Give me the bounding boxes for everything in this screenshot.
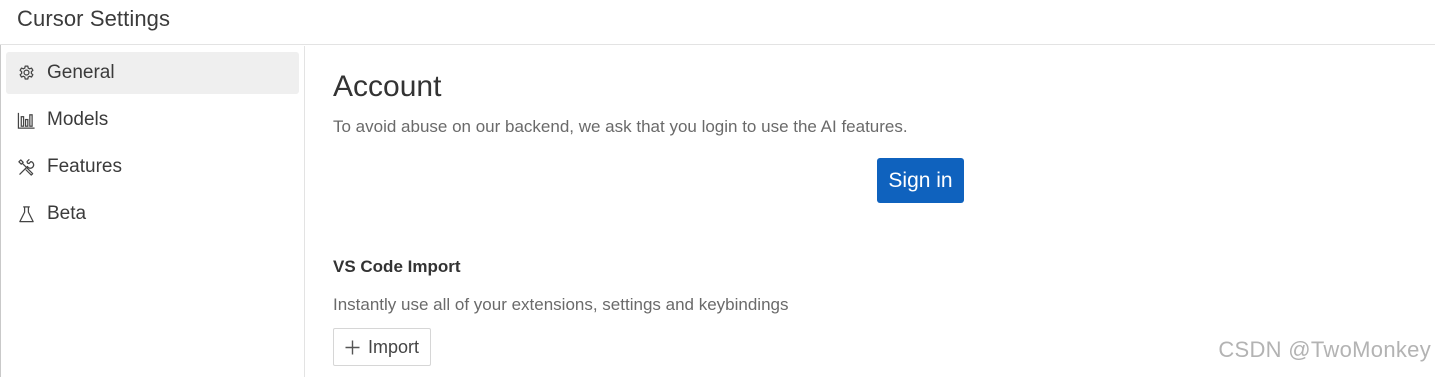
tools-icon <box>18 159 35 176</box>
sidebar-item-general[interactable]: General <box>6 52 299 94</box>
plus-icon <box>345 340 360 355</box>
sidebar-item-features[interactable]: Features <box>6 146 299 188</box>
settings-window: Cursor Settings General Models Features … <box>0 0 1435 377</box>
account-description: To avoid abuse on our backend, we ask th… <box>333 117 908 136</box>
sidebar-item-label: Beta <box>47 203 87 224</box>
flask-icon <box>19 206 34 223</box>
bar-chart-icon <box>17 112 35 129</box>
sidebar-item-models[interactable]: Models <box>6 99 299 141</box>
import-button[interactable]: Import <box>333 328 431 366</box>
title-bar: Cursor Settings <box>0 0 1435 45</box>
window-title: Cursor Settings <box>17 6 171 31</box>
watermark-text: CSDN @TwoMonkey <box>1218 337 1431 362</box>
vscode-import-description: Instantly use all of your extensions, se… <box>333 295 789 314</box>
account-heading: Account <box>333 70 442 103</box>
vscode-import-heading: VS Code Import <box>333 257 461 276</box>
sidebar-item-beta[interactable]: Beta <box>6 193 299 235</box>
settings-sidebar: General Models Features Beta <box>0 46 305 377</box>
sidebar-item-label: Models <box>47 109 109 130</box>
gear-icon <box>19 65 34 80</box>
sidebar-item-label: Features <box>47 156 122 177</box>
sidebar-item-label: General <box>47 62 115 83</box>
settings-main-panel: Account To avoid abuse on our backend, w… <box>306 46 1435 377</box>
import-button-label: Import <box>368 337 420 357</box>
sign-in-button[interactable]: Sign in <box>877 158 964 203</box>
